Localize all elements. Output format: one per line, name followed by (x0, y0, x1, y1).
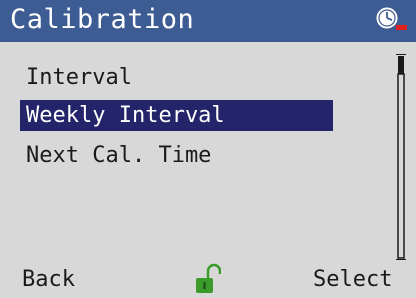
unlocked-padlock-icon (196, 263, 221, 293)
clock-alert-icon (376, 7, 407, 30)
back-softkey[interactable]: Back (22, 266, 75, 294)
scrollbar-thumb[interactable] (398, 56, 404, 74)
select-softkey[interactable]: Select (313, 266, 392, 294)
menu-item-interval[interactable]: Interval (20, 62, 333, 93)
title-bar: Calibration (0, 0, 416, 42)
menu-item-next-cal-time[interactable]: Next Cal. Time (20, 140, 333, 171)
menu-list: Interval Weekly Interval Next Cal. Time (0, 56, 390, 256)
scrollbar[interactable] (395, 54, 407, 260)
screen-title: Calibration (10, 4, 195, 35)
menu-item-weekly-interval[interactable]: Weekly Interval (20, 100, 333, 131)
scrollbar-track (397, 73, 405, 259)
